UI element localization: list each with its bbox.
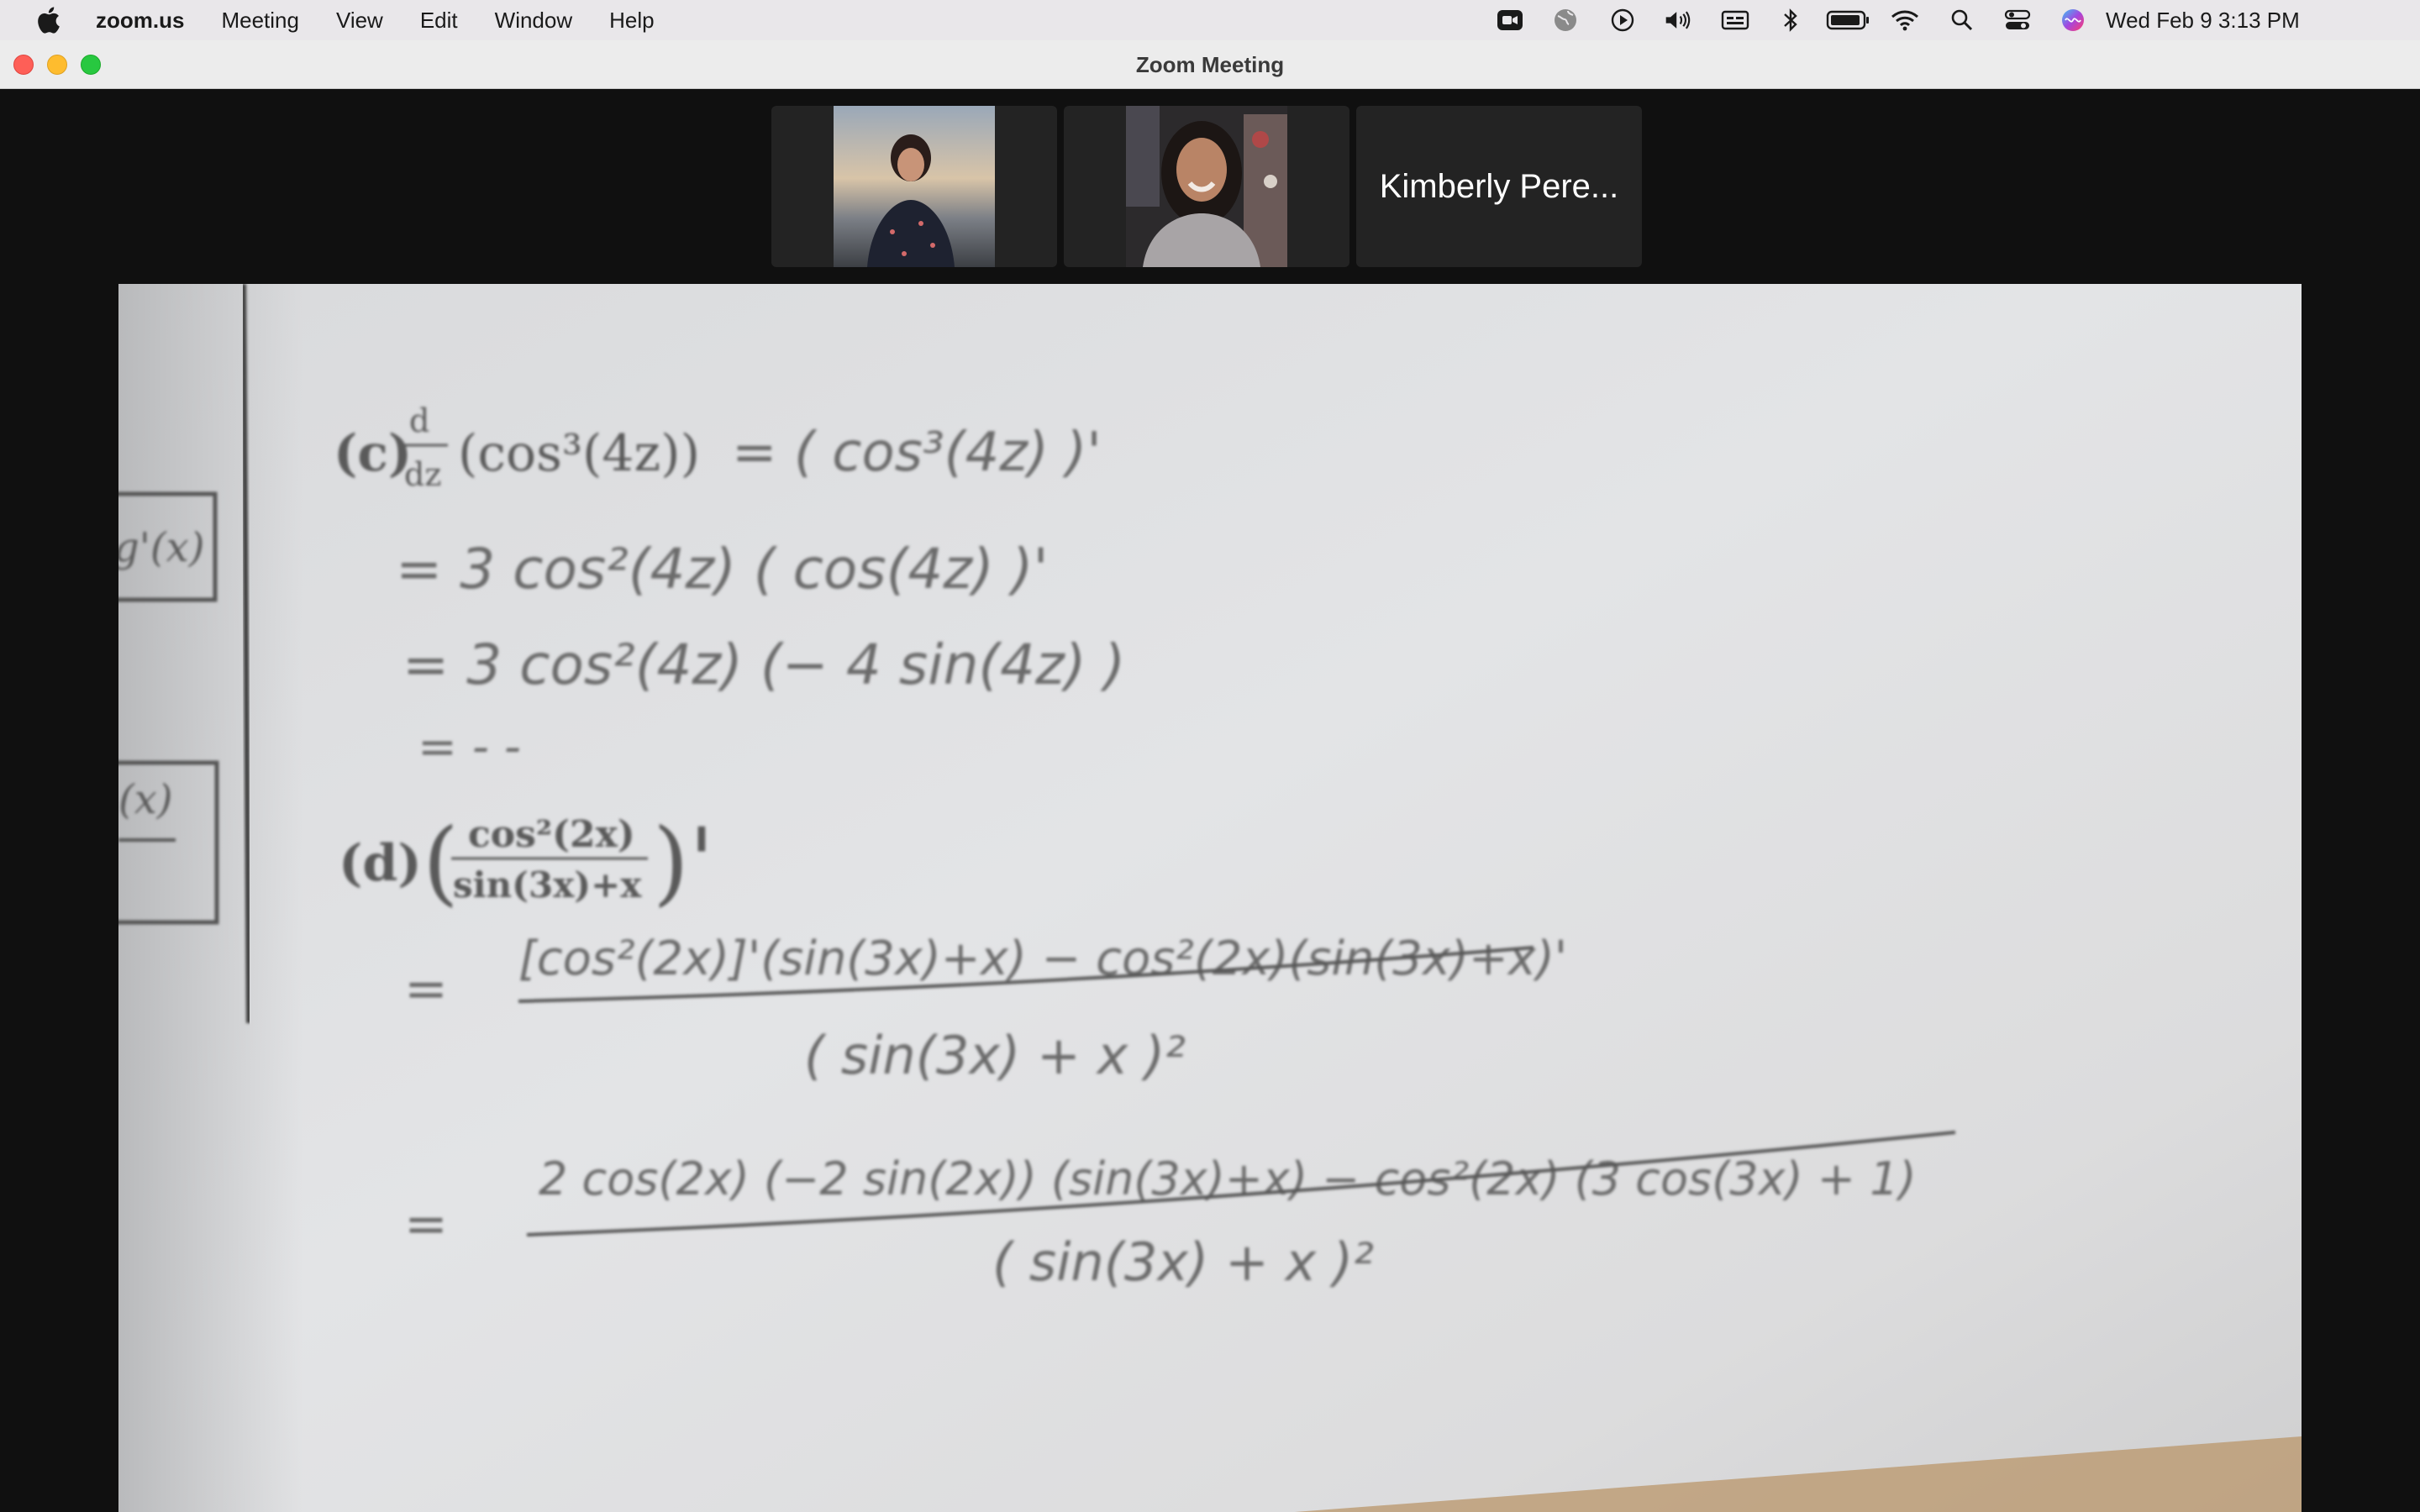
battery-icon[interactable] [1825,8,1872,32]
participant-tile-3[interactable]: Kimberly Pere... [1356,106,1642,267]
problem-c-line1: = ( cos³(4z) )' [732,422,1102,484]
margin-box-1-text: g'(x) [118,524,204,571]
problem-d-close-paren: )' [653,808,714,916]
problem-c-line2: = 3 cos²(4z) ( cos(4z) )' [396,537,1049,601]
problem-d-eq-1: = [404,958,448,1019]
problem-d-numerator: cos²(2x) [468,813,635,856]
participant-tile-2[interactable] [1064,106,1349,267]
window-title-bar: Zoom Meeting [0,40,2420,89]
problem-d-line1-denominator: ( sin(3x) + x )² [804,1025,1186,1086]
window-title: Zoom Meeting [1135,52,1285,77]
status-area: Wed Feb 9 3:13 PM [1496,0,2420,40]
wifi-icon[interactable] [1891,8,1919,32]
problem-c-line3: = 3 cos²(4z) (− 4 sin(4z) ) [402,633,1125,697]
caption-icon[interactable] [1721,8,1749,32]
apple-menu-icon[interactable] [35,7,60,34]
zoom-video-icon[interactable] [1496,8,1524,32]
bluetooth-icon[interactable] [1776,8,1805,32]
problem-d-denominator: sin(3x)+x [453,864,642,906]
menu-help[interactable]: Help [609,8,654,34]
menu-bar-clock[interactable]: Wed Feb 9 3:13 PM [2106,0,2300,40]
spotlight-search-icon[interactable] [1948,8,1976,32]
menu-meeting[interactable]: Meeting [221,8,299,34]
menu-view[interactable]: View [336,8,383,34]
participant-video-1 [834,106,995,267]
problem-d-eq-2: = [404,1193,448,1254]
problem-c-dz: dz [404,456,441,493]
shared-content-view: g'(x) (x) (c) d dz (cos³(4z)) = ( cos³(4… [118,284,2302,1512]
problem-c-line4: = - - [418,720,521,774]
globe-icon[interactable] [1551,8,1580,32]
worksheet-paper: g'(x) (x) (c) d dz (cos³(4z)) = ( cos³(4… [118,284,2302,1512]
participant-name: Kimberly Pere... [1379,168,1619,205]
play-icon[interactable] [1608,8,1637,32]
menu-edit[interactable]: Edit [420,8,458,34]
menu-bar: zoom.us Meeting View Edit Window Help We… [0,0,2420,40]
volume-icon[interactable] [1664,8,1692,32]
problem-d-line2-numerator: 2 cos(2x) (−2 sin(2x)) (sin(3x)+x) − cos… [539,1152,1917,1205]
participant-video-2 [1126,106,1287,267]
problem-c-expr: (cos³(4z)) [458,424,700,483]
siri-icon[interactable] [2059,8,2087,32]
menu-window[interactable]: Window [495,8,572,34]
problem-d-label: (d) [339,834,422,893]
menu-app-name[interactable]: zoom.us [96,8,184,34]
problem-c-label: (c) [334,424,412,483]
margin-box-2-text: (x) [118,776,173,823]
participant-tile-1[interactable] [771,106,1057,267]
problem-c-d: d [409,402,429,439]
problem-d-line2-denominator: ( sin(3x) + x )² [992,1231,1374,1293]
control-center-icon[interactable] [2003,8,2032,32]
